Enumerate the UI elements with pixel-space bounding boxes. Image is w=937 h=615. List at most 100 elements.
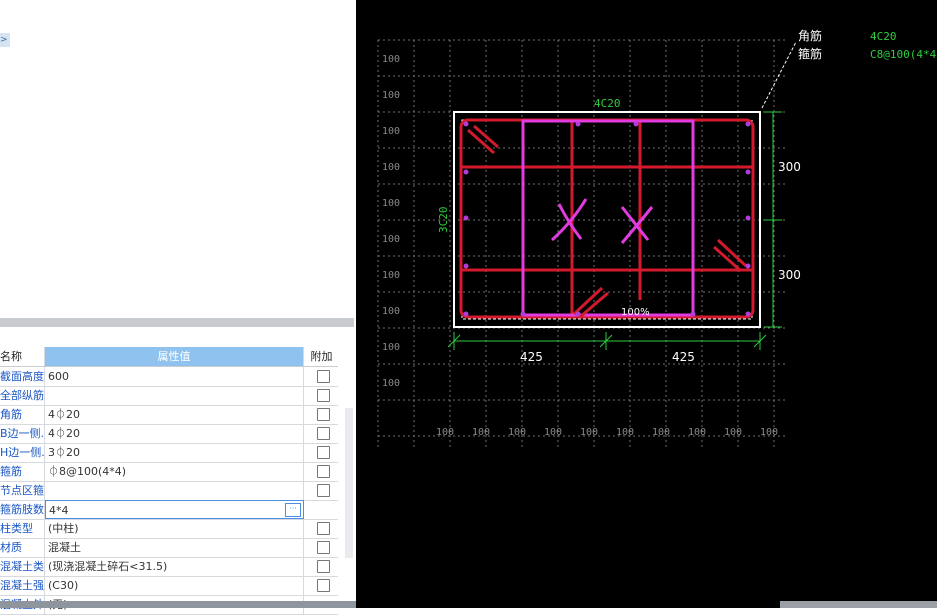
- dim-right-bottom: 300: [778, 268, 801, 282]
- grid-label: 100: [436, 427, 454, 438]
- property-value[interactable]: 4⏀20: [45, 405, 304, 424]
- grid-label: 100: [544, 427, 562, 438]
- rebar-point: [745, 311, 751, 317]
- grid-label: 100: [382, 270, 400, 281]
- rebar-point: [745, 263, 751, 269]
- percent-label: 100%: [621, 307, 650, 318]
- header-name: 名称: [0, 347, 45, 366]
- property-value[interactable]: [45, 481, 304, 500]
- extra-checkbox[interactable]: [317, 427, 330, 440]
- legend-label-0: 角筋: [798, 28, 822, 43]
- rebar-point: [745, 121, 751, 127]
- property-row[interactable]: 节点区箍筋: [0, 481, 338, 501]
- property-value[interactable]: [45, 386, 304, 405]
- extra-cell: [305, 424, 338, 443]
- property-name: 全部纵筋: [0, 386, 45, 405]
- grid-label: 100: [382, 90, 400, 101]
- property-name: 箍筋: [0, 462, 45, 481]
- rebar-points: [463, 121, 751, 317]
- header-value: 属性值: [45, 347, 304, 366]
- header-extra: 附加: [310, 350, 333, 363]
- rebar-point: [690, 311, 696, 317]
- property-row[interactable]: 角筋 4⏀20: [0, 405, 338, 425]
- property-row[interactable]: H边一侧...3⏀20: [0, 443, 338, 463]
- dim-right-top: 300: [778, 160, 801, 174]
- canvas-scrollbar[interactable]: [780, 601, 937, 608]
- property-name: 柱类型: [0, 519, 45, 538]
- extra-cell: [305, 538, 338, 557]
- property-row[interactable]: 柱类型 (中柱): [0, 519, 338, 539]
- property-value[interactable]: (中柱): [45, 519, 304, 538]
- extra-cell: [305, 386, 338, 405]
- property-row[interactable]: 混凝土类型(现浇混凝土碎石<31.5): [0, 557, 338, 577]
- grid-label: 100: [652, 427, 670, 438]
- extra-checkbox[interactable]: [317, 465, 330, 478]
- collapse-arrow-icon[interactable]: >: [0, 33, 10, 47]
- cross-marks: [550, 198, 654, 244]
- property-name: 混凝土类型: [0, 557, 45, 576]
- grid-layer: [377, 39, 788, 448]
- property-row[interactable]: 箍筋肢数 4*4 ···: [0, 500, 338, 520]
- property-value-text: 混凝土: [48, 541, 81, 554]
- vertical-scrollbar[interactable]: [345, 408, 353, 558]
- property-value-text: ⏀8@100(4*4): [48, 465, 127, 478]
- rebar-point: [745, 169, 751, 175]
- property-row[interactable]: 混凝土强...(C30): [0, 576, 338, 596]
- extra-cell: [305, 576, 338, 595]
- property-row[interactable]: 箍筋 ⏀8@100(4*4): [0, 462, 338, 482]
- extra-checkbox[interactable]: [317, 560, 330, 573]
- extra-cell: [305, 462, 338, 481]
- rebar-point: [575, 311, 581, 317]
- extra-checkbox[interactable]: [317, 579, 330, 592]
- outer-stirrup: [459, 118, 755, 319]
- property-value[interactable]: 3⏀20: [45, 443, 304, 462]
- property-row[interactable]: 全部纵筋: [0, 386, 338, 406]
- rebar-point: [463, 311, 469, 317]
- property-value[interactable]: (C30): [45, 576, 304, 595]
- side-rebar-label: 3C20: [437, 207, 450, 234]
- property-name: 角筋: [0, 405, 45, 424]
- grid-label: 100: [508, 427, 526, 438]
- legend-value-0: 4C20: [870, 30, 897, 43]
- grid-label: 100: [724, 427, 742, 438]
- property-value[interactable]: (现浇混凝土碎石<31.5): [45, 557, 304, 576]
- cad-canvas[interactable]: 100 100 100 100 100 100 100 100 100 100 100 100 100 1…: [356, 0, 937, 608]
- property-name: B边一侧...: [0, 424, 45, 443]
- extra-cell: [305, 481, 338, 500]
- leader-line: [761, 41, 797, 109]
- extra-checkbox[interactable]: [317, 446, 330, 459]
- rebar-point: [745, 215, 751, 221]
- extra-checkbox[interactable]: [317, 408, 330, 421]
- property-value-input[interactable]: 4*4 ···: [45, 500, 304, 519]
- property-name: 截面高度(...: [0, 367, 45, 386]
- grid-label: 100: [382, 378, 400, 389]
- property-value-text: 3⏀20: [48, 446, 80, 459]
- ellipsis-button[interactable]: ···: [285, 503, 301, 517]
- rebar-point: [520, 311, 526, 317]
- property-row[interactable]: 材质 混凝土: [0, 538, 338, 558]
- property-value[interactable]: ⏀8@100(4*4): [45, 462, 304, 481]
- grid-label: 100: [382, 198, 400, 209]
- grid-label: 100: [382, 126, 400, 137]
- property-row[interactable]: 截面高度(...600: [0, 367, 338, 387]
- extra-checkbox[interactable]: [317, 484, 330, 497]
- property-row[interactable]: B边一侧...4⏀20: [0, 424, 338, 444]
- panel-splitter[interactable]: [0, 318, 354, 327]
- property-value-text: (现浇混凝土碎石<31.5): [48, 560, 168, 573]
- property-value-text: (中柱): [48, 522, 79, 535]
- property-value[interactable]: 混凝土: [45, 538, 304, 557]
- grid-label: 100: [382, 162, 400, 173]
- extra-cell: [305, 500, 338, 519]
- property-value[interactable]: 4⏀20: [45, 424, 304, 443]
- extra-checkbox[interactable]: [317, 541, 330, 554]
- extra-checkbox[interactable]: [317, 389, 330, 402]
- dim-bottom-right: 425: [672, 350, 695, 364]
- extra-checkbox[interactable]: [317, 522, 330, 535]
- property-name: 混凝土强...: [0, 576, 45, 595]
- rebar-point: [463, 215, 469, 221]
- grid-label: 100: [580, 427, 598, 438]
- property-value[interactable]: 600: [45, 367, 304, 386]
- extra-checkbox[interactable]: [317, 370, 330, 383]
- horizontal-scrollbar[interactable]: [0, 601, 380, 608]
- grid-label: 100: [760, 427, 778, 438]
